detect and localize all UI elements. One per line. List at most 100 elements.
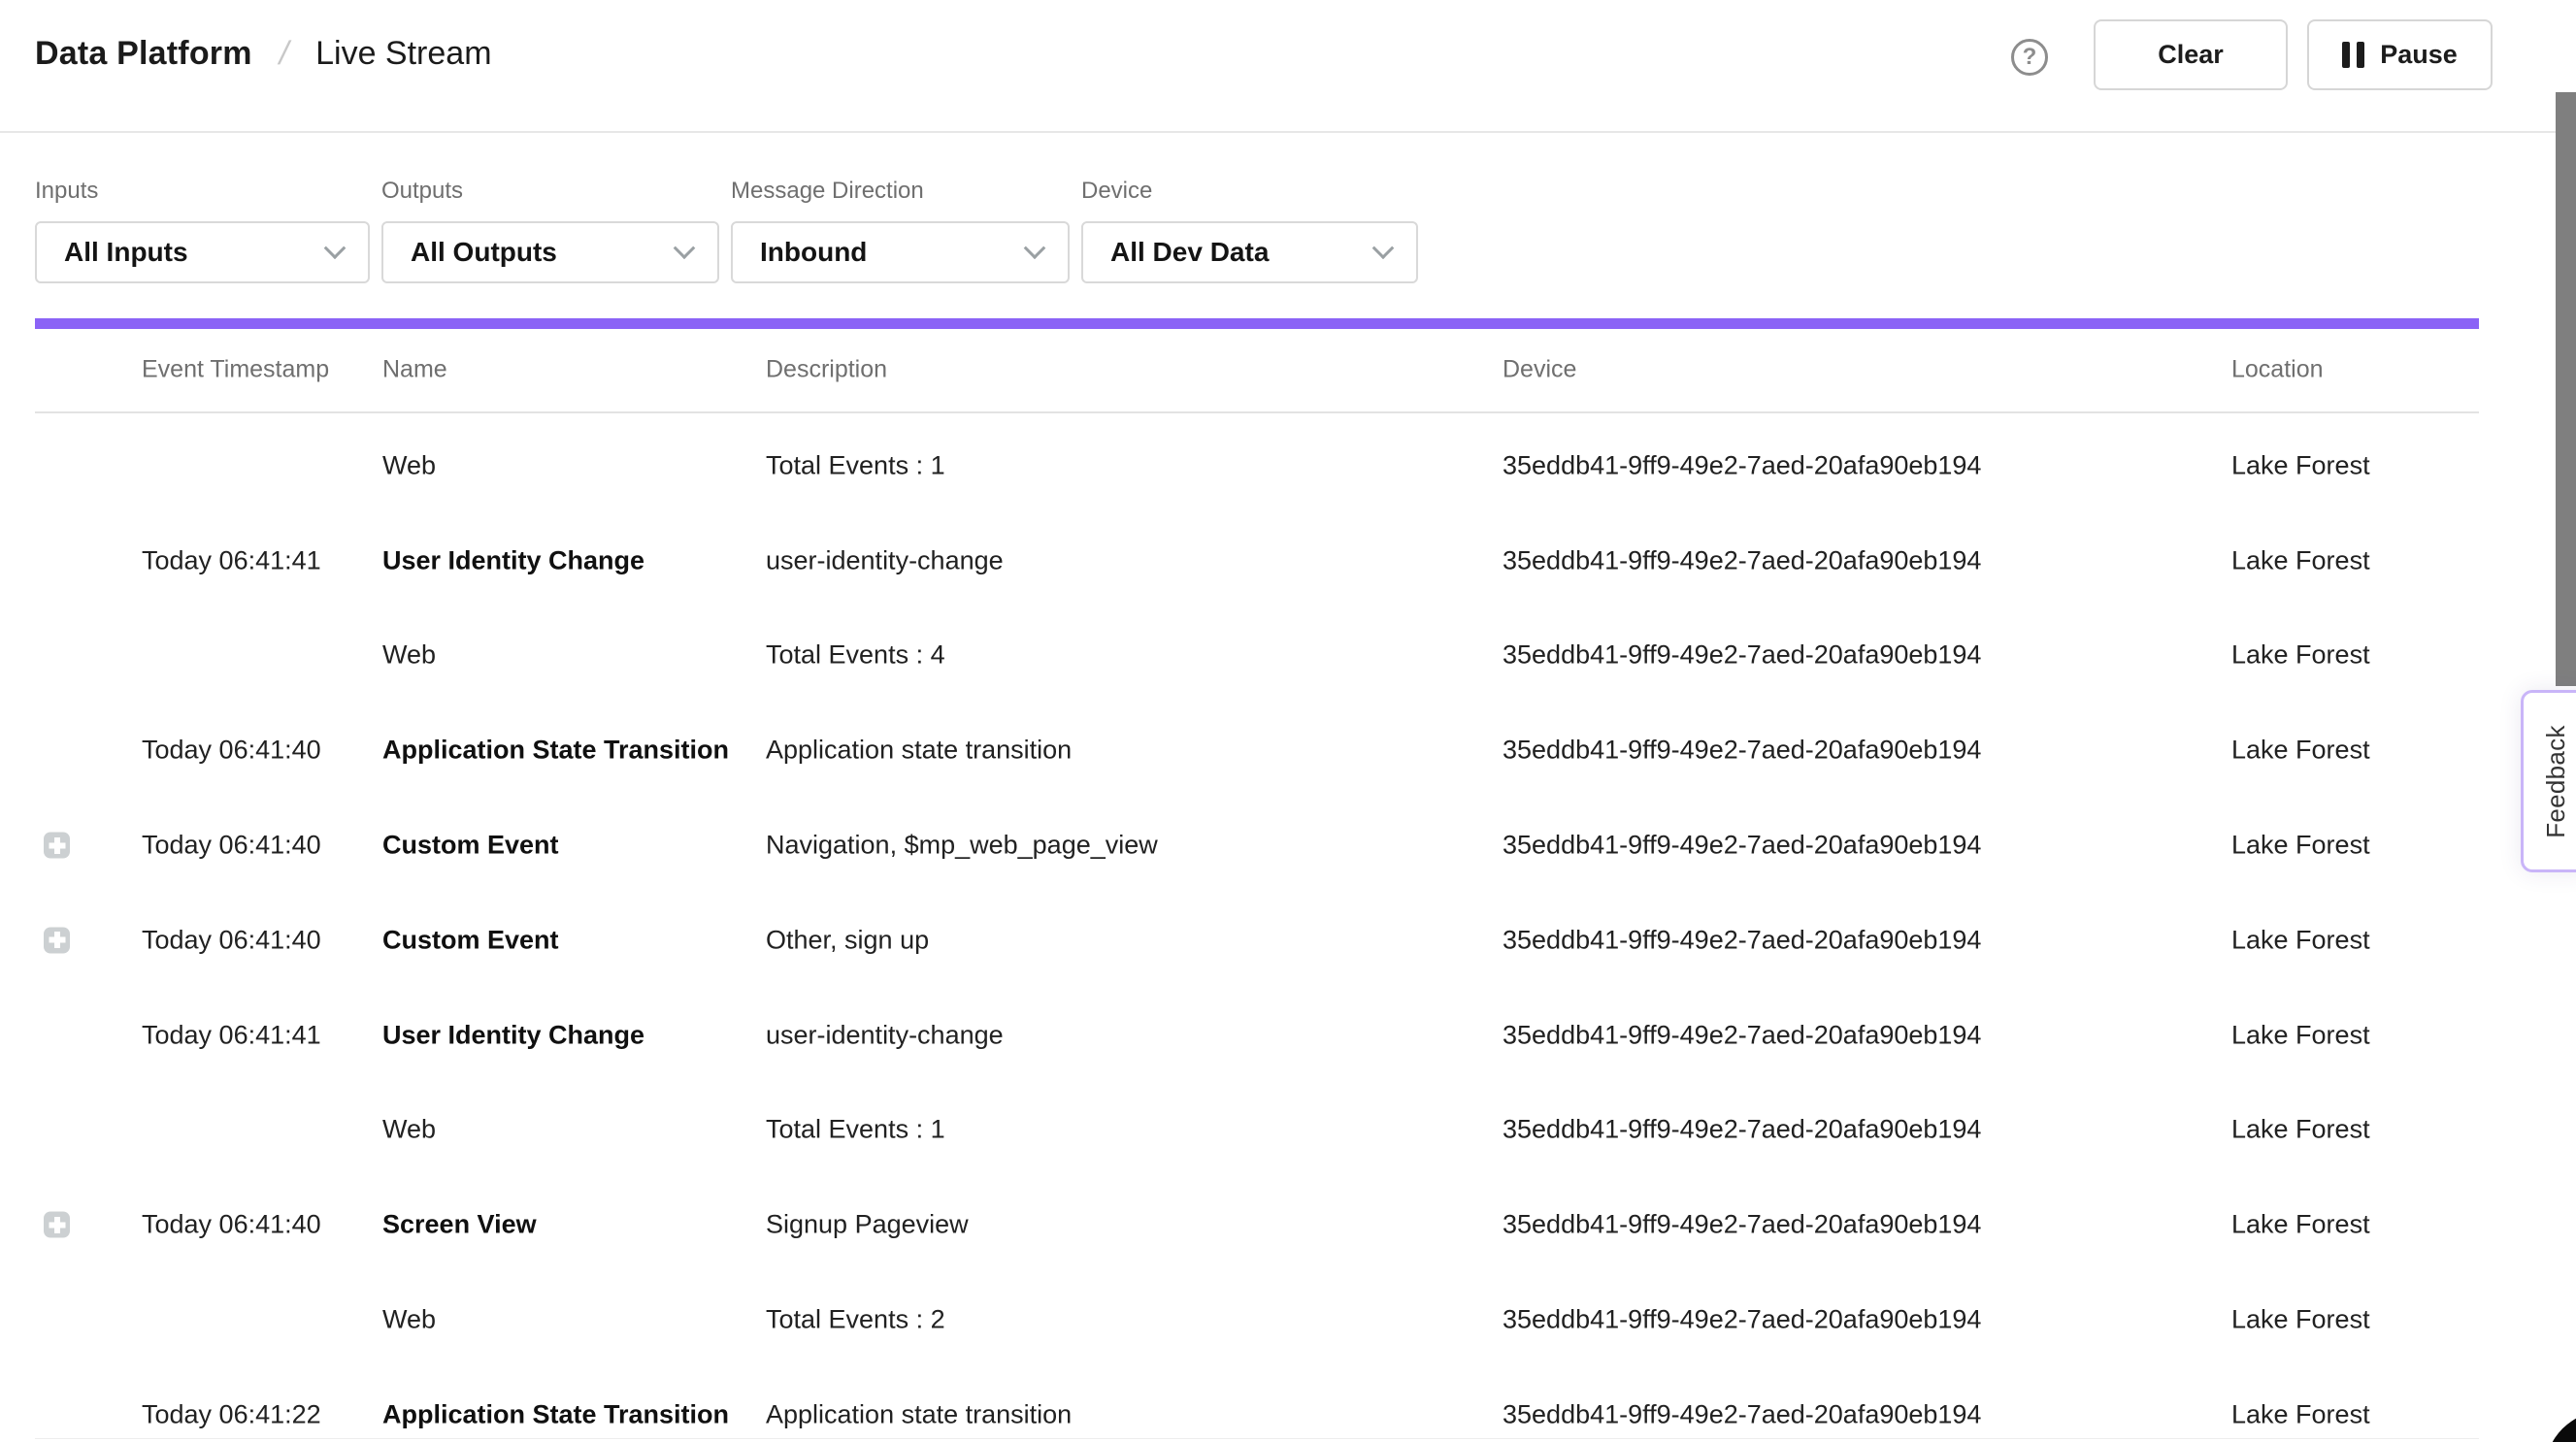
event-description: Total Events : 2: [766, 1305, 945, 1335]
expand-plus-icon[interactable]: [44, 833, 70, 859]
filter-device: Device All Dev Data: [1081, 179, 1418, 283]
feedback-tab-label: Feedback: [2541, 725, 2571, 838]
chevron-down-icon: [674, 237, 696, 259]
event-description: Total Events : 4: [766, 640, 945, 671]
event-device-id: 35eddb41-9ff9-49e2-7aed-20afa90eb194: [1503, 450, 1981, 480]
event-device-id: 35eddb41-9ff9-49e2-7aed-20afa90eb194: [1503, 1305, 1981, 1335]
event-name: Web: [382, 450, 436, 480]
event-name: Application State Transition: [382, 1399, 729, 1429]
event-description: Application state transition: [766, 1399, 1072, 1429]
breadcrumb-data-platform[interactable]: Data Platform: [35, 35, 252, 73]
event-device-id: 35eddb41-9ff9-49e2-7aed-20afa90eb194: [1503, 925, 1981, 955]
event-description: user-identity-change: [766, 1020, 1004, 1050]
event-location: Lake Forest: [2231, 831, 2370, 861]
breadcrumb-separator: /: [276, 35, 293, 73]
event-name: Custom Event: [382, 831, 559, 861]
breadcrumb: Data Platform / Live Stream: [35, 35, 492, 73]
event-timestamp: Today 06:41:41: [142, 1020, 321, 1050]
table-row[interactable]: Today 06:41:22 Application State Transit…: [0, 1367, 2576, 1442]
table-header: Event Timestamp Name Description Device …: [0, 327, 2576, 411]
message-direction-dropdown[interactable]: Inbound: [731, 221, 1070, 283]
expand-plus-icon[interactable]: [44, 927, 70, 953]
table-row[interactable]: Web Total Events : 1 35eddb41-9ff9-49e2-…: [0, 418, 2576, 513]
inputs-filter-label: Inputs: [35, 179, 370, 204]
live-stream-page: Data Platform / Live Stream ? Clear Paus…: [0, 0, 2576, 1442]
event-description: Application state transition: [766, 736, 1072, 766]
device-dropdown-value: All Dev Data: [1110, 237, 1269, 268]
event-description: Total Events : 1: [766, 450, 945, 480]
filter-inputs: Inputs All Inputs: [35, 179, 370, 283]
column-header-location: Location: [2231, 355, 2324, 383]
event-name: Web: [382, 1115, 436, 1145]
event-location: Lake Forest: [2231, 640, 2370, 671]
outputs-filter-label: Outputs: [381, 179, 719, 204]
table-row[interactable]: Today 06:41:40 Custom Event Navigation, …: [0, 798, 2576, 893]
table-row[interactable]: Today 06:41:41 User Identity Change user…: [0, 988, 2576, 1083]
event-timestamp: Today 06:41:40: [142, 1210, 321, 1240]
pause-button[interactable]: Pause: [2307, 19, 2493, 90]
table-header-divider: [35, 411, 2479, 413]
device-filter-label: Device: [1081, 179, 1418, 204]
event-description: Signup Pageview: [766, 1210, 969, 1240]
chevron-down-icon: [324, 237, 347, 259]
message-direction-filter-label: Message Direction: [731, 179, 1070, 204]
column-header-description: Description: [766, 355, 887, 383]
event-timestamp: Today 06:41:40: [142, 925, 321, 955]
table-row[interactable]: Web Total Events : 4 35eddb41-9ff9-49e2-…: [0, 608, 2576, 704]
table-row[interactable]: Today 06:41:40 Application State Transit…: [0, 703, 2576, 798]
page-title: Live Stream: [315, 35, 491, 73]
clear-button-label: Clear: [2158, 40, 2224, 70]
event-device-id: 35eddb41-9ff9-49e2-7aed-20afa90eb194: [1503, 1020, 1981, 1050]
event-location: Lake Forest: [2231, 1210, 2370, 1240]
table-row[interactable]: Today 06:41:40 Screen View Signup Pagevi…: [0, 1177, 2576, 1272]
table-row[interactable]: Today 06:41:40 Custom Event Other, sign …: [0, 893, 2576, 988]
column-header-name: Name: [382, 355, 447, 383]
event-device-id: 35eddb41-9ff9-49e2-7aed-20afa90eb194: [1503, 1115, 1981, 1145]
column-header-event-timestamp: Event Timestamp: [142, 355, 329, 383]
event-location: Lake Forest: [2231, 545, 2370, 575]
event-location: Lake Forest: [2231, 1115, 2370, 1145]
table-body: Web Total Events : 1 35eddb41-9ff9-49e2-…: [0, 418, 2576, 1442]
table-row[interactable]: Today 06:41:41 User Identity Change user…: [0, 513, 2576, 608]
filter-outputs: Outputs All Outputs: [381, 179, 719, 283]
event-timestamp: Today 06:41:40: [142, 831, 321, 861]
page-header: Data Platform / Live Stream ? Clear Paus…: [0, 0, 2576, 133]
outputs-dropdown[interactable]: All Outputs: [381, 221, 719, 283]
event-device-id: 35eddb41-9ff9-49e2-7aed-20afa90eb194: [1503, 640, 1981, 671]
table-row[interactable]: Web Total Events : 2 35eddb41-9ff9-49e2-…: [0, 1272, 2576, 1367]
event-name: Web: [382, 640, 436, 671]
event-timestamp: Today 06:41:22: [142, 1399, 321, 1429]
event-location: Lake Forest: [2231, 1305, 2370, 1335]
event-name: Screen View: [382, 1210, 537, 1240]
event-description: Navigation, $mp_web_page_view: [766, 831, 1158, 861]
event-location: Lake Forest: [2231, 1399, 2370, 1429]
chevron-down-icon: [1372, 237, 1395, 259]
device-dropdown[interactable]: All Dev Data: [1081, 221, 1418, 283]
expand-plus-icon[interactable]: [44, 1212, 70, 1238]
chevron-down-icon: [1024, 237, 1046, 259]
event-device-id: 35eddb41-9ff9-49e2-7aed-20afa90eb194: [1503, 545, 1981, 575]
column-header-device: Device: [1503, 355, 1576, 383]
vertical-scrollbar-thumb[interactable]: [2556, 92, 2576, 686]
table-row[interactable]: Web Total Events : 1 35eddb41-9ff9-49e2-…: [0, 1083, 2576, 1178]
row-divider: [35, 1438, 2479, 1439]
event-name: Web: [382, 1305, 436, 1335]
help-icon[interactable]: ?: [2011, 39, 2048, 76]
event-location: Lake Forest: [2231, 925, 2370, 955]
pause-button-label: Pause: [2380, 40, 2458, 70]
feedback-tab[interactable]: Feedback: [2521, 690, 2576, 872]
inputs-dropdown[interactable]: All Inputs: [35, 221, 370, 283]
outputs-dropdown-value: All Outputs: [411, 237, 557, 268]
inputs-dropdown-value: All Inputs: [64, 237, 188, 268]
event-location: Lake Forest: [2231, 736, 2370, 766]
event-location: Lake Forest: [2231, 450, 2370, 480]
pause-icon: [2342, 42, 2364, 68]
event-name: User Identity Change: [382, 1020, 644, 1050]
event-device-id: 35eddb41-9ff9-49e2-7aed-20afa90eb194: [1503, 1210, 1981, 1240]
filter-message-direction: Message Direction Inbound: [731, 179, 1070, 283]
event-description: Other, sign up: [766, 925, 929, 955]
clear-button[interactable]: Clear: [2094, 19, 2288, 90]
event-description: Total Events : 1: [766, 1115, 945, 1145]
event-timestamp: Today 06:41:40: [142, 736, 321, 766]
message-direction-dropdown-value: Inbound: [760, 237, 867, 268]
